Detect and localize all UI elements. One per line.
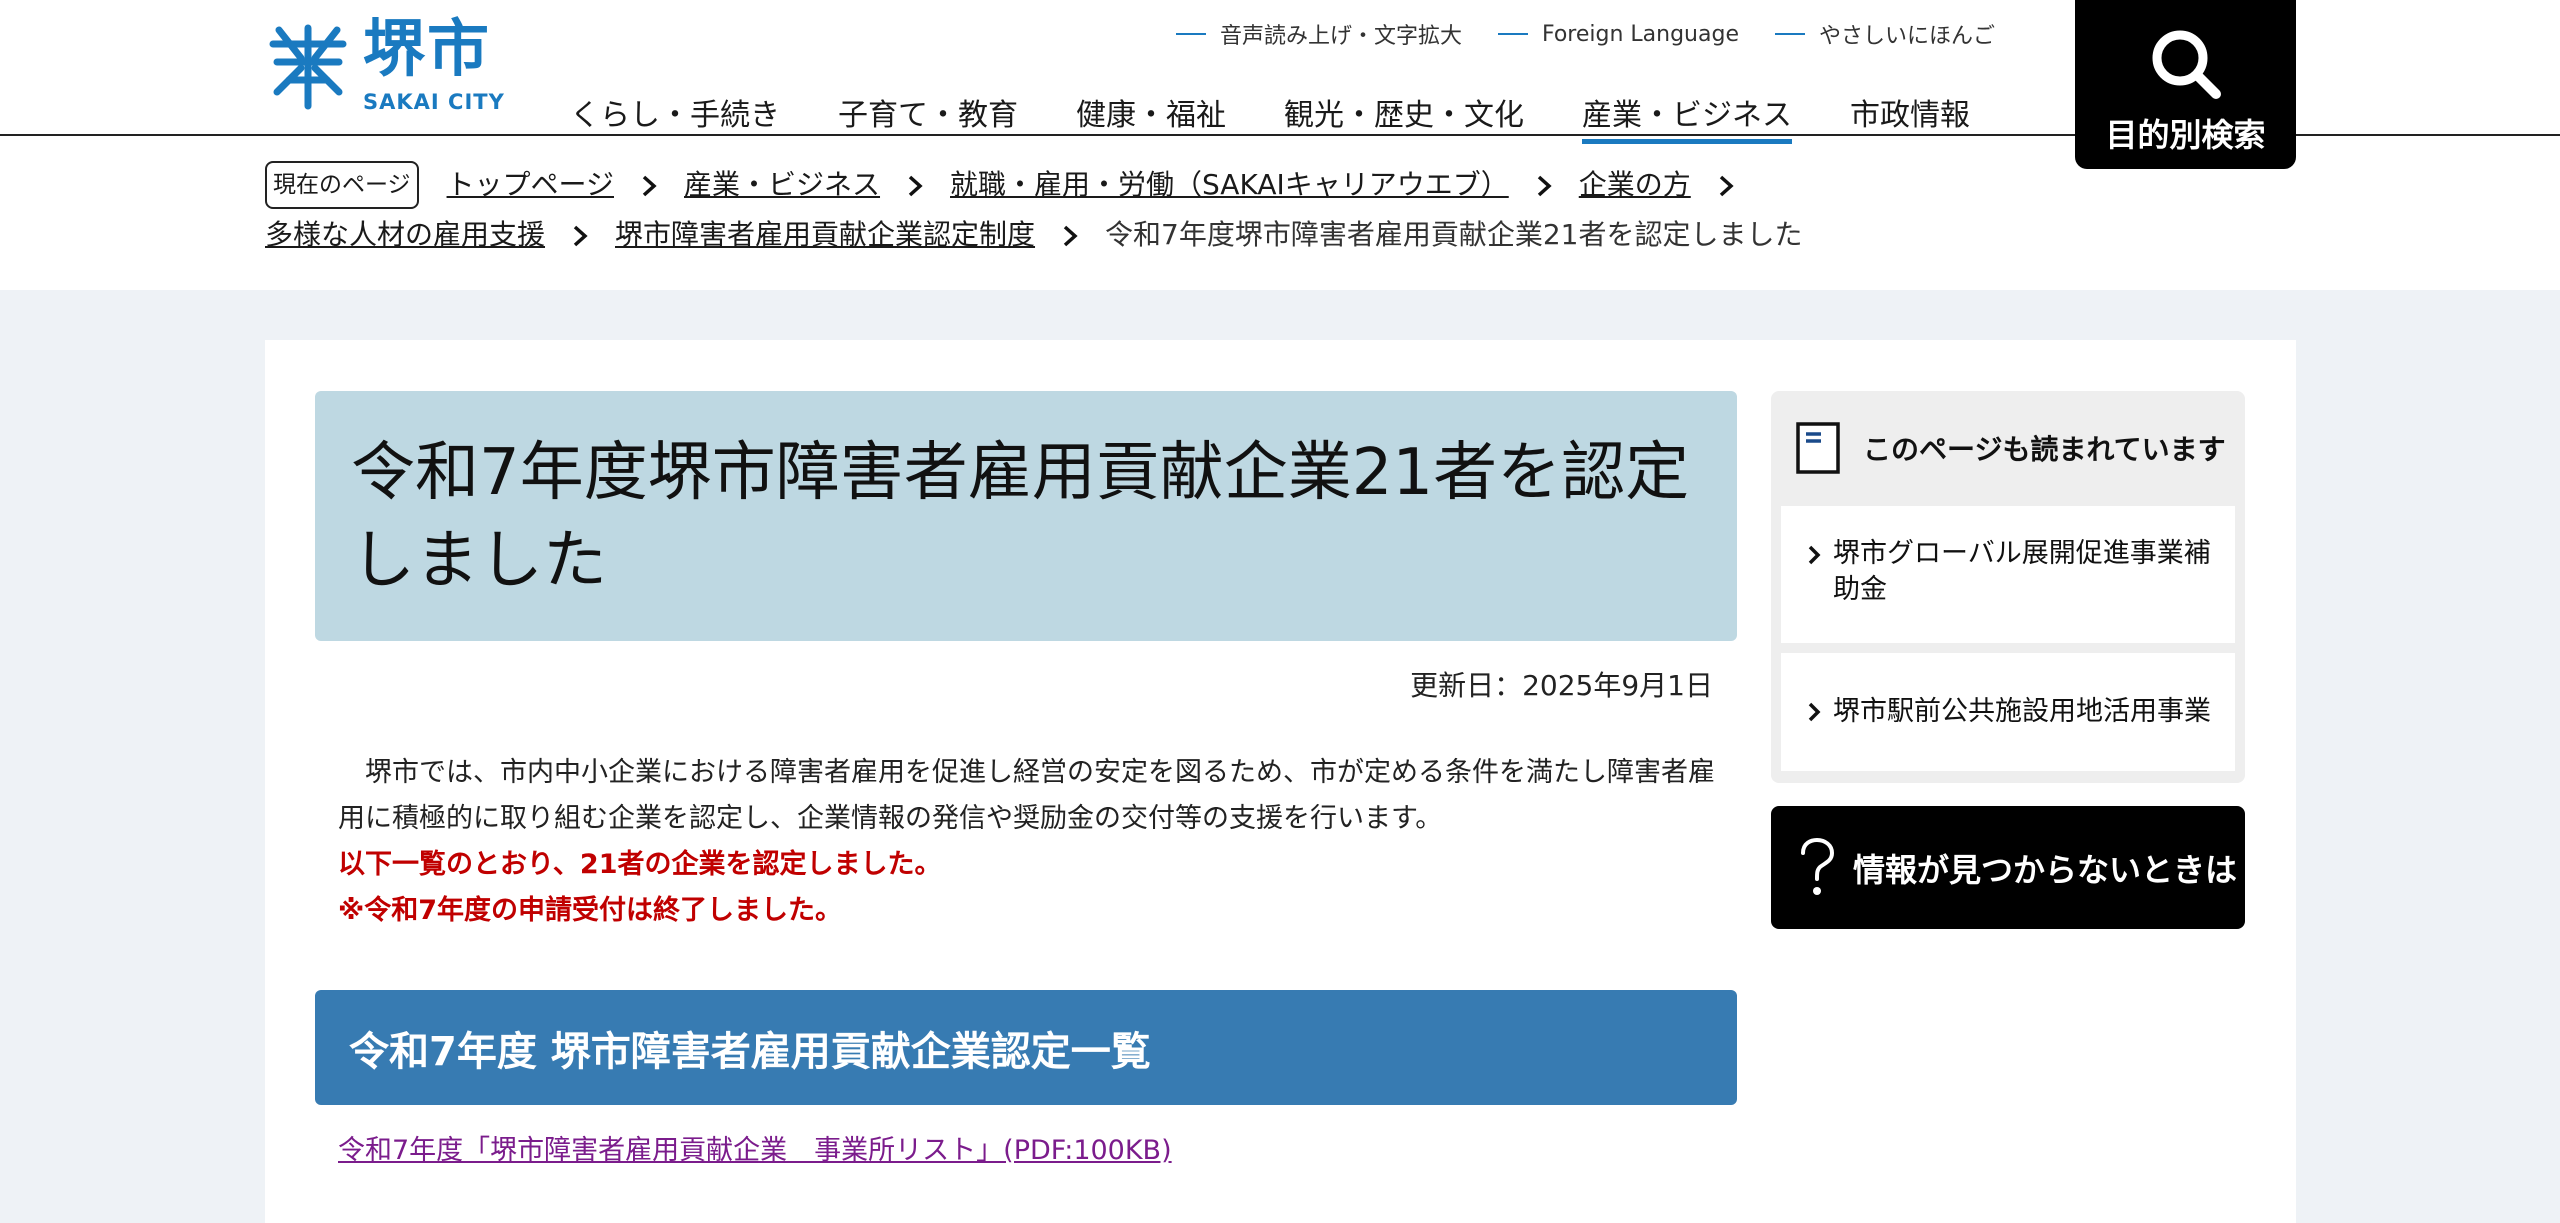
page-title: 令和7年度堺市障害者雇用貢献企業21者を認定しました xyxy=(351,436,1690,598)
chevron-right-icon xyxy=(1527,160,1561,210)
global-nav: くらし・手続き 子育て・教育 健康・福祉 観光・歴史・文化 産業・ビジネス 市政… xyxy=(570,90,1970,144)
title-box: 令和7年度堺市障害者雇用貢献企業21者を認定しました xyxy=(315,391,1737,641)
related-link-global[interactable]: 堺市グローバル展開促進事業補助金 xyxy=(1781,506,2235,643)
site-logo[interactable]: 堺市 SAKAI CITY xyxy=(265,18,515,114)
question-icon xyxy=(1801,837,1835,895)
nav-item-kurashi[interactable]: くらし・手続き xyxy=(570,90,780,140)
section-heading: 令和7年度 堺市障害者雇用貢献企業認定一覧 xyxy=(315,990,1737,1105)
breadcrumb: 現在のページ トップページ 産業・ビジネス 就職・雇用・労働（SAKAIキャリア… xyxy=(265,160,2165,260)
breadcrumb-item-sangyo[interactable]: 産業・ビジネス xyxy=(684,160,880,210)
chevron-right-icon xyxy=(1808,545,1821,565)
breadcrumb-item-nintei[interactable]: 堺市障害者雇用貢献企業認定制度 xyxy=(615,210,1035,260)
help-not-found-button[interactable]: 情報が見つからないときは xyxy=(1771,806,2245,929)
nav-item-kosodate[interactable]: 子育て・教育 xyxy=(838,90,1018,140)
related-link-label: 堺市駅前公共施設用地活用事業 xyxy=(1833,696,2211,727)
chevron-right-icon xyxy=(898,160,932,210)
related-pages-header: このページも読まれています xyxy=(1795,421,2226,475)
notice-certified: 以下一覧のとおり、21者の企業を認定しました。 xyxy=(338,849,942,880)
updated-date: 更新日：2025年9月1日 xyxy=(1410,669,1713,702)
breadcrumb-item-shushoku[interactable]: 就職・雇用・労働（SAKAIキャリアウエブ） xyxy=(950,160,1509,210)
related-pages-box: このページも読まれています 堺市グローバル展開促進事業補助金 堺市駅前公共施設用… xyxy=(1771,391,2245,783)
search-button-label: 目的別検索 xyxy=(2105,116,2266,154)
breadcrumb-item-tayo[interactable]: 多様な人材の雇用支援 xyxy=(265,210,545,260)
chevron-right-icon xyxy=(632,160,666,210)
document-icon xyxy=(1796,422,1840,474)
logo-subtitle: SAKAI CITY xyxy=(363,90,505,114)
nav-item-kenko[interactable]: 健康・福祉 xyxy=(1076,90,1226,140)
util-link-voice[interactable]: 音声読み上げ・文字拡大 xyxy=(1175,18,1462,50)
related-pages-heading: このページも読まれています xyxy=(1863,433,2226,466)
utility-nav: 音声読み上げ・文字拡大 Foreign Language やさしいにほんご xyxy=(1175,18,1995,50)
breadcrumb-item-kigyo[interactable]: 企業の方 xyxy=(1579,160,1691,210)
chevron-right-icon xyxy=(1709,160,1743,210)
related-link-label: 堺市グローバル展開促進事業補助金 xyxy=(1833,538,2211,605)
intro-paragraph: 堺市では、市内中小企業における障害者雇用を促進し経営の安定を図るため、市が定める… xyxy=(338,757,1715,834)
breadcrumb-current: 令和7年度堺市障害者雇用貢献企業21者を認定しました xyxy=(1105,218,1803,251)
related-link-ekimae[interactable]: 堺市駅前公共施設用地活用事業 xyxy=(1781,653,2235,771)
util-link-label: 音声読み上げ・文字拡大 xyxy=(1219,24,1462,49)
intro-text-block: 堺市では、市内中小企業における障害者雇用を促進し経営の安定を図るため、市が定める… xyxy=(338,750,1718,934)
breadcrumb-label: 現在のページ xyxy=(265,161,419,209)
search-icon xyxy=(2152,30,2221,99)
nav-item-shisei[interactable]: 市政情報 xyxy=(1850,90,1970,140)
chevron-right-icon xyxy=(1053,210,1087,260)
sakai-logo-icon xyxy=(269,24,347,110)
pdf-download-link[interactable]: 令和7年度「堺市障害者雇用貢献企業 事業所リスト」(PDF:100KB) xyxy=(338,1128,1172,1167)
util-link-label: やさしいにほんご xyxy=(1818,24,1995,49)
nav-item-sangyo[interactable]: 産業・ビジネス xyxy=(1582,90,1792,144)
chevron-right-icon xyxy=(1808,702,1821,722)
util-link-easy-japanese[interactable]: やさしいにほんご xyxy=(1774,18,1995,50)
util-link-foreign-language[interactable]: Foreign Language xyxy=(1497,18,1739,50)
util-link-label: Foreign Language xyxy=(1541,21,1739,47)
nav-item-kanko[interactable]: 観光・歴史・文化 xyxy=(1284,90,1524,140)
help-button-label: 情報が見つからないときは xyxy=(1853,850,2238,889)
chevron-right-icon xyxy=(563,210,597,260)
logo-text: 堺市 xyxy=(363,12,492,85)
notice-closed: ※令和7年度の申請受付は終了しました。 xyxy=(338,895,843,926)
purpose-search-button[interactable]: 目的別検索 xyxy=(2075,0,2296,169)
breadcrumb-item-top[interactable]: トップページ xyxy=(447,160,614,210)
